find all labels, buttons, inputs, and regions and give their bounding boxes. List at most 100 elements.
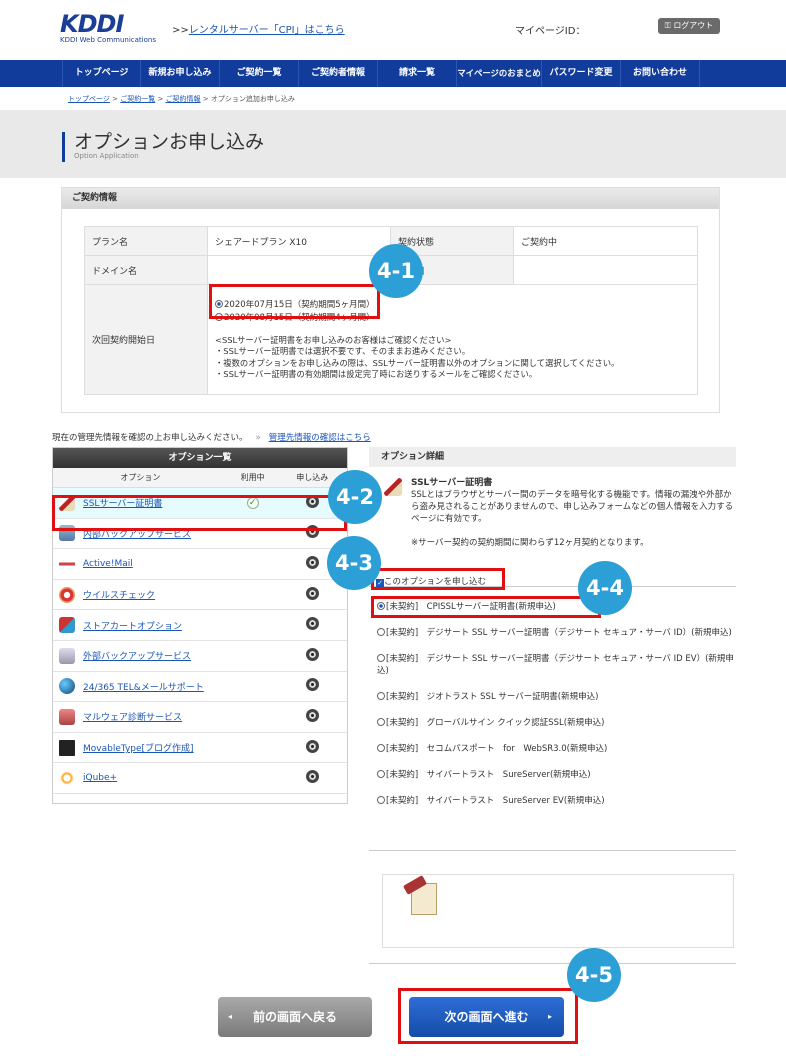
- option-link[interactable]: マルウェア診断サービス: [83, 710, 182, 723]
- admin-note-text: 現在の管理先情報を確認の上お申し込みください。: [52, 433, 248, 443]
- radio-icon[interactable]: [377, 744, 385, 752]
- note-line: ・複数のオプションをお申し込みの際は、SSLサーバー証明書以外のオプションに関し…: [215, 357, 620, 368]
- back-button[interactable]: ◂ 前の画面へ戻る: [218, 997, 372, 1037]
- breadcrumb-top[interactable]: トップページ: [68, 95, 110, 103]
- note-line: <SSLサーバー証明書をお申し込みのお客様はご確認ください>: [215, 334, 452, 345]
- logout-button[interactable]: ⚿ ログアウト: [658, 18, 720, 34]
- rental-server-link-wrap: >>レンタルサーバー「CPI」はこちら: [172, 21, 345, 36]
- option-row-active-mail[interactable]: Active!Mail: [53, 549, 347, 580]
- divider: [369, 850, 736, 851]
- kddi-logo[interactable]: KDDI KDDI Web Communications: [60, 12, 156, 44]
- ssl-title: SSLサーバー証明書: [411, 478, 493, 488]
- radio-icon[interactable]: [377, 770, 385, 778]
- nav-new-application[interactable]: 新規お申し込み: [141, 60, 220, 87]
- annotation-badge-4-3: 4-3: [327, 536, 381, 590]
- nav-contract-list[interactable]: ご契約一覧: [220, 60, 299, 87]
- option-row-virus-check[interactable]: ウイルスチェック: [53, 580, 347, 611]
- radio-icon[interactable]: [377, 796, 385, 804]
- cert-option-globalsign[interactable]: [未契約] グローバルサイン クイック認証SSL(新規申込): [377, 717, 737, 729]
- apply-button-icon[interactable]: [305, 647, 319, 661]
- page-title: オプションお申し込み: [74, 131, 265, 153]
- apply-button-icon[interactable]: [305, 617, 319, 631]
- next-start-label: 次回契約開始日: [84, 284, 208, 395]
- ssl-note: ※サーバー契約の契約期間に関わらず12ヶ月契約となります。: [411, 538, 649, 548]
- cert-label: [未契約] サイバートラスト SureServer EV(新規申込): [386, 796, 605, 806]
- domain-label: ドメイン名: [84, 255, 208, 285]
- nav-password-change[interactable]: パスワード変更: [542, 60, 621, 87]
- radio-icon[interactable]: [377, 654, 385, 662]
- annotation-box-4-2: [52, 495, 347, 531]
- cert-option-secom[interactable]: [未契約] セコムパスポート for WebSR3.0(新規申込): [377, 743, 737, 755]
- option-row-movabletype[interactable]: MovableType[ブログ作成]: [53, 733, 347, 764]
- cert-label: [未契約] グローバルサイン クイック認証SSL(新規申込): [386, 718, 605, 728]
- option-link[interactable]: 24/365 TEL&メールサポート: [83, 680, 204, 693]
- nav-top[interactable]: トップページ: [62, 60, 141, 87]
- annotation-box-4-5: [398, 988, 578, 1044]
- back-button-label: 前の画面へ戻る: [252, 1010, 337, 1024]
- status-value: ご契約中: [513, 226, 698, 256]
- option-link[interactable]: MovableType[ブログ作成]: [83, 741, 194, 754]
- cert-option-sureserver[interactable]: [未契約] サイバートラスト SureServer(新規申込): [377, 769, 737, 781]
- main-nav: トップページ 新規お申し込み ご契約一覧 ご契約者情報 請求一覧 マイページのお…: [0, 60, 786, 87]
- option-row-iqube[interactable]: iQube+: [53, 763, 347, 794]
- breadcrumb-contract-list[interactable]: ご契約一覧: [120, 95, 155, 103]
- option-link[interactable]: 外部バックアップサービス: [83, 649, 191, 662]
- iqube-icon: [59, 770, 75, 787]
- annotation-badge-4-1: 4-1: [369, 244, 423, 298]
- ssl-cert-options: [未契約] CPISSLサーバー証明書(新規申込) [未契約] デジサート SS…: [377, 601, 737, 821]
- nav-contact[interactable]: お問い合わせ: [621, 60, 700, 87]
- option-link[interactable]: ウイルスチェック: [83, 588, 155, 601]
- annotation-badge-4-5: 4-5: [567, 948, 621, 1002]
- cert-label: [未契約] デジサート SSL サーバー証明書（デジサート セキュア・サーバ I…: [377, 654, 734, 676]
- apply-button-icon[interactable]: [305, 708, 319, 722]
- movabletype-icon: [59, 739, 75, 756]
- cert-option-digicert-ev[interactable]: [未契約] デジサート SSL サーバー証明書（デジサート セキュア・サーバ I…: [377, 653, 737, 677]
- nav-mypage-merge[interactable]: マイページのおまとめ: [457, 60, 542, 87]
- nav-billing-list[interactable]: 請求一覧: [378, 60, 457, 87]
- domain-value: [207, 255, 391, 285]
- radio-icon[interactable]: [377, 718, 385, 726]
- option-link[interactable]: iQube+: [83, 773, 117, 783]
- active-mail-icon: [59, 555, 75, 572]
- breadcrumb-current: オプション追加お申し込み: [210, 95, 295, 103]
- breadcrumb-sep: >: [157, 95, 164, 103]
- cart-icon: [59, 617, 75, 634]
- apply-button-icon[interactable]: [305, 770, 319, 784]
- annotation-box-4-4: [371, 596, 601, 618]
- selected-option-image-box: [382, 874, 734, 948]
- breadcrumb-sep: >: [112, 95, 118, 103]
- cert-label: [未契約] ジオトラスト SSL サーバー証明書(新規申込): [386, 692, 599, 702]
- option-row-support[interactable]: 24/365 TEL&メールサポート: [53, 672, 347, 703]
- virus-check-icon: [59, 586, 75, 603]
- chevron-left-icon: ◂: [228, 1012, 233, 1021]
- logout-label: ログアウト: [673, 21, 714, 30]
- radio-icon[interactable]: [377, 628, 385, 636]
- apply-button-icon[interactable]: [305, 739, 319, 753]
- apply-button-icon[interactable]: [305, 678, 319, 692]
- cert-option-digicert-id[interactable]: [未契約] デジサート SSL サーバー証明書（デジサート セキュア・サーバ I…: [377, 627, 737, 639]
- breadcrumb-contract-info[interactable]: ご契約情報: [166, 95, 201, 103]
- nav-contractor-info[interactable]: ご契約者情報: [299, 60, 378, 87]
- ssl-notes: <SSLサーバー証明書をお申し込みのお客様はご確認ください> ・SSLサーバー証…: [215, 335, 690, 381]
- lock-icon: ⚿: [664, 21, 671, 30]
- apply-button-icon[interactable]: [305, 586, 319, 600]
- option-row-store-cart[interactable]: ストアカートオプション: [53, 610, 347, 641]
- col-in-use: 利用中: [240, 473, 265, 482]
- contract-info-heading: ご契約情報: [62, 188, 719, 209]
- apply-button-icon[interactable]: [305, 555, 319, 569]
- cert-option-sureserver-ev[interactable]: [未契約] サイバートラスト SureServer EV(新規申込): [377, 795, 737, 807]
- admin-info-link[interactable]: 管理先情報の確認はこちら: [269, 433, 371, 443]
- option-link[interactable]: Active!Mail: [83, 559, 133, 569]
- col-option: オプション: [120, 473, 161, 482]
- page-subtitle: Option Application: [74, 152, 139, 160]
- option-list-header: オプション 利用中 申し込み: [53, 468, 347, 488]
- rental-server-link[interactable]: レンタルサーバー「CPI」はこちら: [189, 25, 345, 36]
- cert-option-geotrust[interactable]: [未契約] ジオトラスト SSL サーバー証明書(新規申込): [377, 691, 737, 703]
- option-row-external-backup[interactable]: 外部バックアップサービス: [53, 641, 347, 672]
- option-link[interactable]: ストアカートオプション: [83, 619, 182, 632]
- breadcrumb-sep: >: [202, 95, 209, 103]
- option-detail-heading: オプション詳細: [369, 447, 736, 467]
- radio-icon[interactable]: [377, 692, 385, 700]
- option-row-malware[interactable]: マルウェア診断サービス: [53, 702, 347, 733]
- cert-label: [未契約] デジサート SSL サーバー証明書（デジサート セキュア・サーバ I…: [386, 628, 732, 638]
